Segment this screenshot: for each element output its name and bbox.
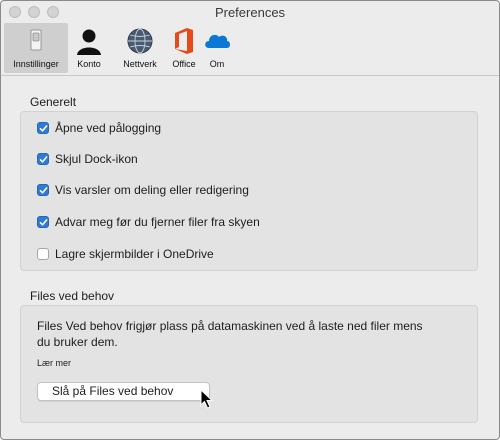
tab-label: Konto — [77, 59, 101, 69]
option-label: Skjul Dock-ikon — [55, 152, 138, 166]
window-title: Preferences — [214, 5, 286, 20]
preferences-window: Preferences Innstillinger Konto Nettverk… — [0, 0, 500, 440]
tab-om[interactable]: Om — [203, 23, 231, 73]
option-save-screenshots[interactable]: Lagre skjermbilder i OneDrive — [37, 246, 214, 262]
option-open-at-login[interactable]: Åpne ved pålogging — [37, 120, 161, 136]
option-label: Vis varsler om deling eller redigering — [55, 183, 249, 197]
files-on-demand-description: Files Ved behov frigjør plass på datamas… — [37, 319, 423, 349]
learn-more-link[interactable]: Lær mer — [37, 358, 71, 368]
option-hide-dock-icon[interactable]: Skjul Dock-ikon — [37, 151, 138, 167]
turn-on-files-on-demand-button[interactable]: Slå på Files ved behov — [37, 382, 210, 401]
option-label: Lagre skjermbilder i OneDrive — [55, 247, 214, 261]
tab-konto[interactable]: Konto — [71, 23, 107, 73]
tab-office[interactable]: Office — [168, 23, 200, 73]
settings-switch-icon — [22, 26, 50, 58]
office-icon — [171, 26, 197, 58]
checkbox[interactable] — [37, 153, 49, 165]
checkbox[interactable] — [37, 248, 49, 260]
option-label: Advar meg før du fjerner filer fra skyen — [55, 215, 260, 229]
tab-nettverk[interactable]: Nettverk — [116, 23, 164, 73]
option-warn-before-removing[interactable]: Advar meg før du fjerner filer fra skyen — [37, 214, 260, 230]
checkbox[interactable] — [37, 122, 49, 134]
tab-label: Om — [209, 59, 225, 69]
option-show-sharing-notifications[interactable]: Vis varsler om deling eller redigering — [37, 182, 249, 198]
files-on-demand-section-title: Files ved behov — [30, 289, 115, 303]
person-icon — [75, 26, 103, 58]
tab-label: Office — [172, 59, 196, 69]
tab-label: Nettverk — [123, 59, 157, 69]
checkbox[interactable] — [37, 216, 49, 228]
mouse-pointer-icon — [200, 388, 214, 414]
tab-innstillinger[interactable]: Innstillinger — [4, 23, 68, 73]
preferences-toolbar: Innstillinger Konto Nettverk Office Om — [1, 23, 499, 76]
tab-label: Innstillinger — [13, 59, 59, 69]
globe-icon — [126, 26, 154, 58]
option-label: Åpne ved pålogging — [55, 121, 162, 135]
checkbox[interactable] — [37, 184, 49, 196]
general-section-title: Generelt — [30, 95, 77, 109]
cloud-icon — [203, 26, 231, 58]
title-bar: Preferences — [1, 1, 499, 23]
